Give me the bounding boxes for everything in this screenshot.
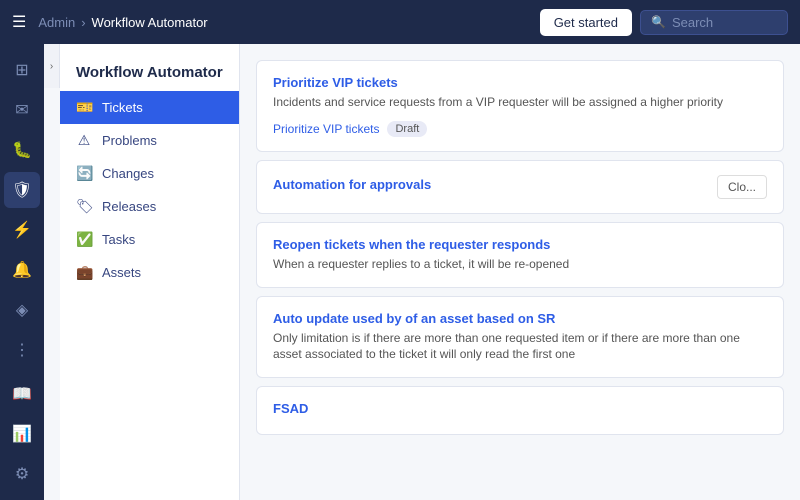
sidebar-item-assets[interactable]: 💼 Assets <box>60 256 239 289</box>
sidebar-item-changes[interactable]: 🔄 Changes <box>60 157 239 190</box>
sidebar-icon-home[interactable]: ⊞ <box>4 52 40 88</box>
content-area: Prioritize VIP tickets Incidents and ser… <box>240 44 800 500</box>
search-box[interactable]: 🔍 Search <box>640 10 788 35</box>
sidebar-label-tickets: Tickets <box>102 100 143 115</box>
problems-icon: ⚠ <box>76 132 92 149</box>
sidebar-item-tasks[interactable]: ✅ Tasks <box>60 223 239 256</box>
sidebar-icon-inbox[interactable]: ✉ <box>4 92 40 128</box>
page-title: Workflow Automator <box>60 52 239 91</box>
sidebar-item-tickets[interactable]: 🎫 Tickets <box>60 91 239 124</box>
breadcrumb-current: Workflow Automator <box>92 15 208 30</box>
changes-icon: 🔄 <box>76 165 92 182</box>
sidebar-item-problems[interactable]: ⚠ Problems <box>60 124 239 157</box>
card-row-approvals: Automation for approvals Clo... <box>273 175 767 199</box>
card-fsad: FSAD <box>256 386 784 435</box>
sidebar-icon-shield[interactable]: 🛡 <box>4 172 40 208</box>
card-reopen: Reopen tickets when the requester respon… <box>256 222 784 288</box>
top-bar: ☰ Admin › Workflow Automator Get started… <box>0 0 800 44</box>
card-desc-reopen: When a requester replies to a ticket, it… <box>273 256 767 273</box>
sidebar-label-problems: Problems <box>102 133 157 148</box>
top-bar-actions: Get started 🔍 Search <box>540 9 788 36</box>
card-footer-title-vip[interactable]: Prioritize VIP tickets <box>273 122 379 136</box>
close-button-approvals[interactable]: Clo... <box>717 175 767 199</box>
breadcrumb: Admin › Workflow Automator <box>38 15 527 30</box>
hamburger-icon[interactable]: ☰ <box>12 12 26 32</box>
sidebar-label-changes: Changes <box>102 166 154 181</box>
card-footer-vip: Prioritize VIP tickets Draft <box>273 121 767 137</box>
card-auto-update: Auto update used by of an asset based on… <box>256 296 784 379</box>
sidebar-icon-layers[interactable]: ◈ <box>4 292 40 328</box>
icon-sidebar: ⊞ ✉ 🐛 🛡 ⚡ 🔔 ◈ ⋮ 📖 📊 ⚙ <box>0 44 44 500</box>
card-approvals: Automation for approvals Clo... <box>256 160 784 214</box>
sidebar-icon-dots[interactable]: ⋮ <box>4 332 40 368</box>
main-layout: ⊞ ✉ 🐛 🛡 ⚡ 🔔 ◈ ⋮ 📖 📊 ⚙ › Workflow Automat… <box>0 44 800 500</box>
sidebar-icon-bug[interactable]: 🐛 <box>4 132 40 168</box>
assets-icon: 💼 <box>76 264 92 281</box>
sidebar-icon-settings[interactable]: ⚙ <box>4 456 40 492</box>
draft-badge: Draft <box>387 121 427 137</box>
search-icon: 🔍 <box>651 15 666 29</box>
collapse-toggle[interactable]: › <box>44 44 60 88</box>
sidebar-label-assets: Assets <box>102 265 141 280</box>
get-started-button[interactable]: Get started <box>540 9 632 36</box>
card-title-reopen[interactable]: Reopen tickets when the requester respon… <box>273 237 767 252</box>
search-label: Search <box>672 15 713 30</box>
sidebar-icon-chart[interactable]: 📊 <box>4 416 40 452</box>
card-desc-vip: Incidents and service requests from a VI… <box>273 94 767 111</box>
card-title-fsad[interactable]: FSAD <box>273 401 767 416</box>
sidebar-icon-zap[interactable]: ⚡ <box>4 212 40 248</box>
sidebar-icon-book[interactable]: 📖 <box>4 376 40 412</box>
card-title-approvals[interactable]: Automation for approvals <box>273 177 431 192</box>
tickets-icon: 🎫 <box>76 99 92 116</box>
card-desc-auto-update: Only limitation is if there are more tha… <box>273 330 767 364</box>
sidebar-label-tasks: Tasks <box>102 232 135 247</box>
nav-sidebar: Workflow Automator 🎫 Tickets ⚠ Problems … <box>60 44 240 500</box>
card-title-auto-update[interactable]: Auto update used by of an asset based on… <box>273 311 767 326</box>
sidebar-icon-alert[interactable]: 🔔 <box>4 252 40 288</box>
card-vip-tickets: Prioritize VIP tickets Incidents and ser… <box>256 60 784 152</box>
releases-icon: 🏷 <box>76 198 92 215</box>
breadcrumb-admin[interactable]: Admin <box>38 15 75 30</box>
breadcrumb-sep: › <box>81 15 85 30</box>
sidebar-label-releases: Releases <box>102 199 156 214</box>
tasks-icon: ✅ <box>76 231 92 248</box>
sidebar-item-releases[interactable]: 🏷 Releases <box>60 190 239 223</box>
card-title-vip[interactable]: Prioritize VIP tickets <box>273 75 767 90</box>
